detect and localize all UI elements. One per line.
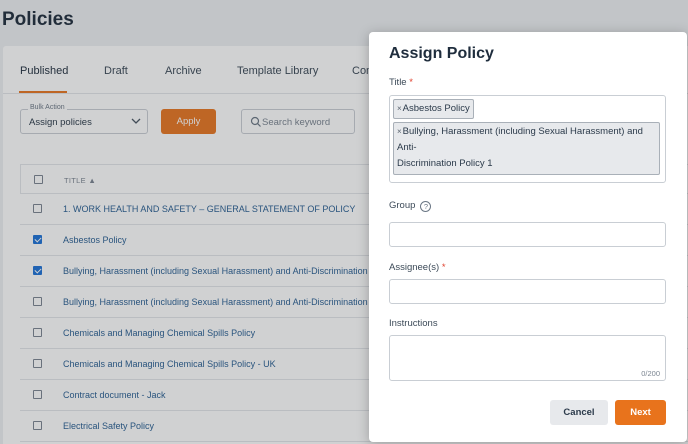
cancel-button[interactable]: Cancel	[550, 400, 608, 425]
instructions-field-label: Instructions	[389, 318, 438, 329]
chip-label: Asbestos Policy	[402, 103, 470, 114]
modal-title: Assign Policy	[389, 45, 494, 62]
assignees-field-label: Assignee(s) *	[389, 262, 446, 273]
required-marker: *	[441, 262, 446, 273]
group-input[interactable]	[389, 222, 666, 247]
title-multiselect[interactable]: ×Asbestos Policy ×Bullying, Harassment (…	[389, 95, 666, 183]
assignees-input[interactable]	[389, 279, 666, 304]
group-label-text: Group	[389, 200, 416, 211]
selected-title-chip: ×Asbestos Policy	[393, 99, 474, 119]
help-icon[interactable]: ?	[420, 201, 432, 212]
instructions-textarea[interactable]: 0/200	[389, 335, 666, 381]
chip-label-line-1: Bullying, Harassment (including Sexual H…	[397, 126, 643, 153]
title-field-label: Title *	[389, 77, 413, 88]
chip-remove-icon[interactable]: ×	[397, 127, 402, 136]
title-label-text: Title	[389, 77, 407, 88]
chip-label-line-2: Discrimination Policy 1	[397, 158, 493, 169]
selected-title-chip: ×Bullying, Harassment (including Sexual …	[393, 122, 660, 175]
assign-policy-modal: Assign Policy Title * ×Asbestos Policy ×…	[369, 32, 687, 442]
chip-remove-icon[interactable]: ×	[397, 104, 402, 113]
assignees-label-text: Assignee(s)	[389, 262, 440, 273]
next-button[interactable]: Next	[615, 400, 666, 425]
required-marker: *	[409, 77, 413, 88]
character-counter: 0/200	[641, 369, 660, 378]
group-field-label: Group?	[389, 200, 432, 212]
